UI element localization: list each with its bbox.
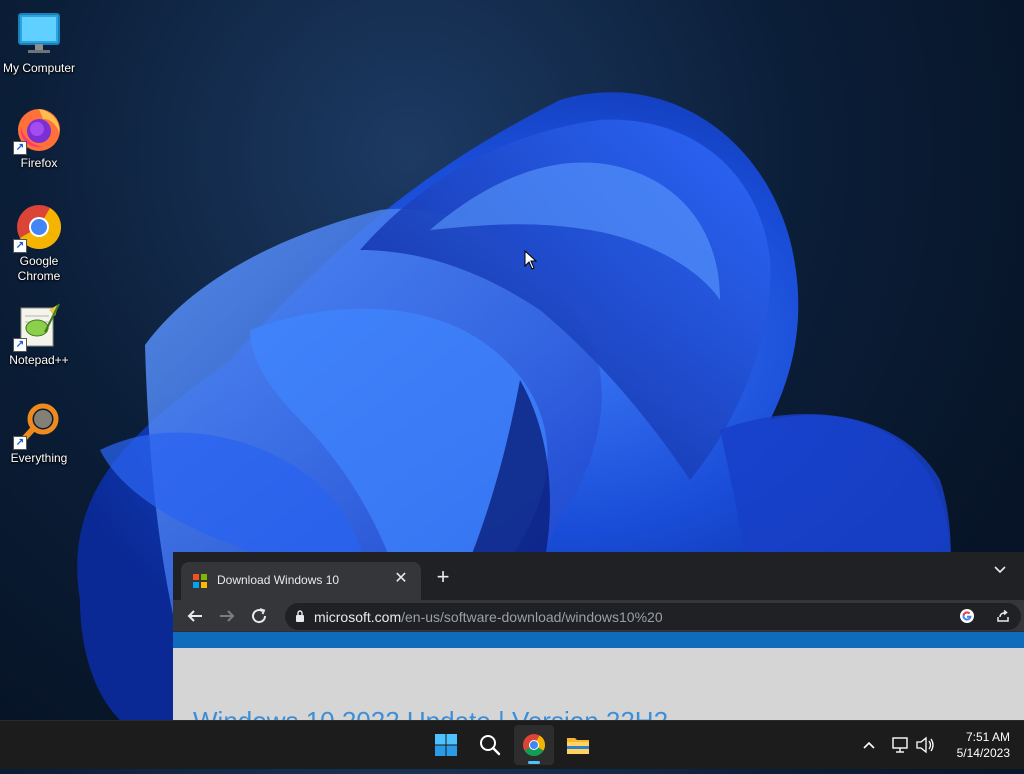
desktop-icon-label: Google Chrome: [17, 254, 61, 283]
shortcut-arrow-icon: ↗: [13, 436, 27, 450]
network-button[interactable]: [890, 721, 912, 769]
tab-search-chevron-icon[interactable]: [990, 560, 1010, 580]
tab-strip: Download Windows 10 ✕ +: [173, 552, 1024, 600]
folder-icon: [567, 738, 589, 754]
clock-date: 5/14/2023: [956, 746, 1010, 760]
taskbar-chrome-button[interactable]: [514, 725, 554, 765]
shortcut-arrow-icon: ↗: [13, 239, 27, 253]
desktop-icon-label: Notepad++: [9, 353, 69, 367]
windows-logo-icon: [435, 734, 457, 756]
google-lens-icon[interactable]: [959, 608, 975, 624]
firefox-icon: ↗: [13, 105, 63, 155]
taskbar-clock[interactable]: 7:51 AM 5/14/2023: [957, 729, 1010, 761]
url-path: /en-us/software-download/windows10%20: [401, 609, 663, 625]
monitor-icon: [15, 10, 63, 58]
volume-button[interactable]: [914, 721, 936, 769]
active-app-indicator: [528, 761, 540, 764]
clock-time: 7:51 AM: [965, 730, 1010, 744]
shortcut-arrow-icon: ↗: [13, 338, 27, 352]
new-tab-button[interactable]: +: [431, 566, 455, 590]
notepad-plus-plus-icon: ↗: [13, 302, 63, 352]
page-content: Windows 10 2022 Update | Version 22H2: [173, 648, 1024, 720]
page-heading: Windows 10 2022 Update | Version 22H2: [193, 706, 668, 720]
desktop-icon-everything[interactable]: ↗ Everything: [0, 400, 78, 466]
search-icon: [480, 735, 501, 756]
reload-icon: [252, 608, 267, 624]
desktop-icon-google-chrome[interactable]: ↗ Google Chrome: [0, 203, 78, 284]
tab-close-button[interactable]: ✕: [391, 569, 411, 589]
address-url: microsoft.com/en-us/software-download/wi…: [314, 609, 663, 625]
microsoft-logo-icon: [193, 574, 207, 588]
chrome-icon: [523, 734, 545, 756]
browser-toolbar: microsoft.com/en-us/software-download/wi…: [173, 600, 1024, 631]
tab-download-windows-10[interactable]: Download Windows 10 ✕: [181, 562, 421, 600]
start-button[interactable]: [426, 725, 466, 765]
chrome-browser-window[interactable]: Download Windows 10 ✕ + microsoft.com/en…: [173, 552, 1024, 720]
mouse-cursor-icon: [524, 250, 538, 270]
back-button[interactable]: [182, 603, 208, 629]
url-host: microsoft.com: [314, 609, 402, 625]
taskbar: 7:51 AM 5/14/2023: [0, 720, 1024, 769]
taskbar-file-explorer-button[interactable]: [558, 725, 598, 765]
address-bar[interactable]: microsoft.com/en-us/software-download/wi…: [285, 603, 1021, 630]
show-hidden-icons-button[interactable]: [858, 721, 880, 769]
lock-icon: [296, 610, 304, 622]
reload-button[interactable]: [246, 603, 272, 629]
magnifier-search-icon: ↗: [13, 400, 63, 450]
page-header-bar: [173, 631, 1024, 648]
search-button[interactable]: [470, 725, 510, 765]
desktop-icon-notepad-plus-plus[interactable]: ↗ Notepad++: [0, 302, 78, 368]
desktop-icon-my-computer[interactable]: My Computer: [0, 10, 78, 76]
desktop-icon-label: Everything: [10, 451, 68, 465]
desktop-icon-firefox[interactable]: ↗ Firefox: [0, 105, 78, 171]
desktop-icon-label: Firefox: [20, 156, 58, 170]
chrome-icon: ↗: [13, 203, 63, 253]
arrow-right-icon: [220, 610, 235, 622]
share-icon[interactable]: [995, 608, 1011, 624]
chevron-up-icon: [863, 741, 875, 749]
arrow-left-icon: [187, 610, 202, 622]
forward-button[interactable]: [214, 603, 240, 629]
network-icon: [892, 737, 908, 753]
speaker-icon: [916, 736, 934, 754]
tab-title: Download Windows 10: [217, 573, 340, 587]
desktop-icon-label: My Computer: [2, 61, 76, 75]
shortcut-arrow-icon: ↗: [13, 141, 27, 155]
